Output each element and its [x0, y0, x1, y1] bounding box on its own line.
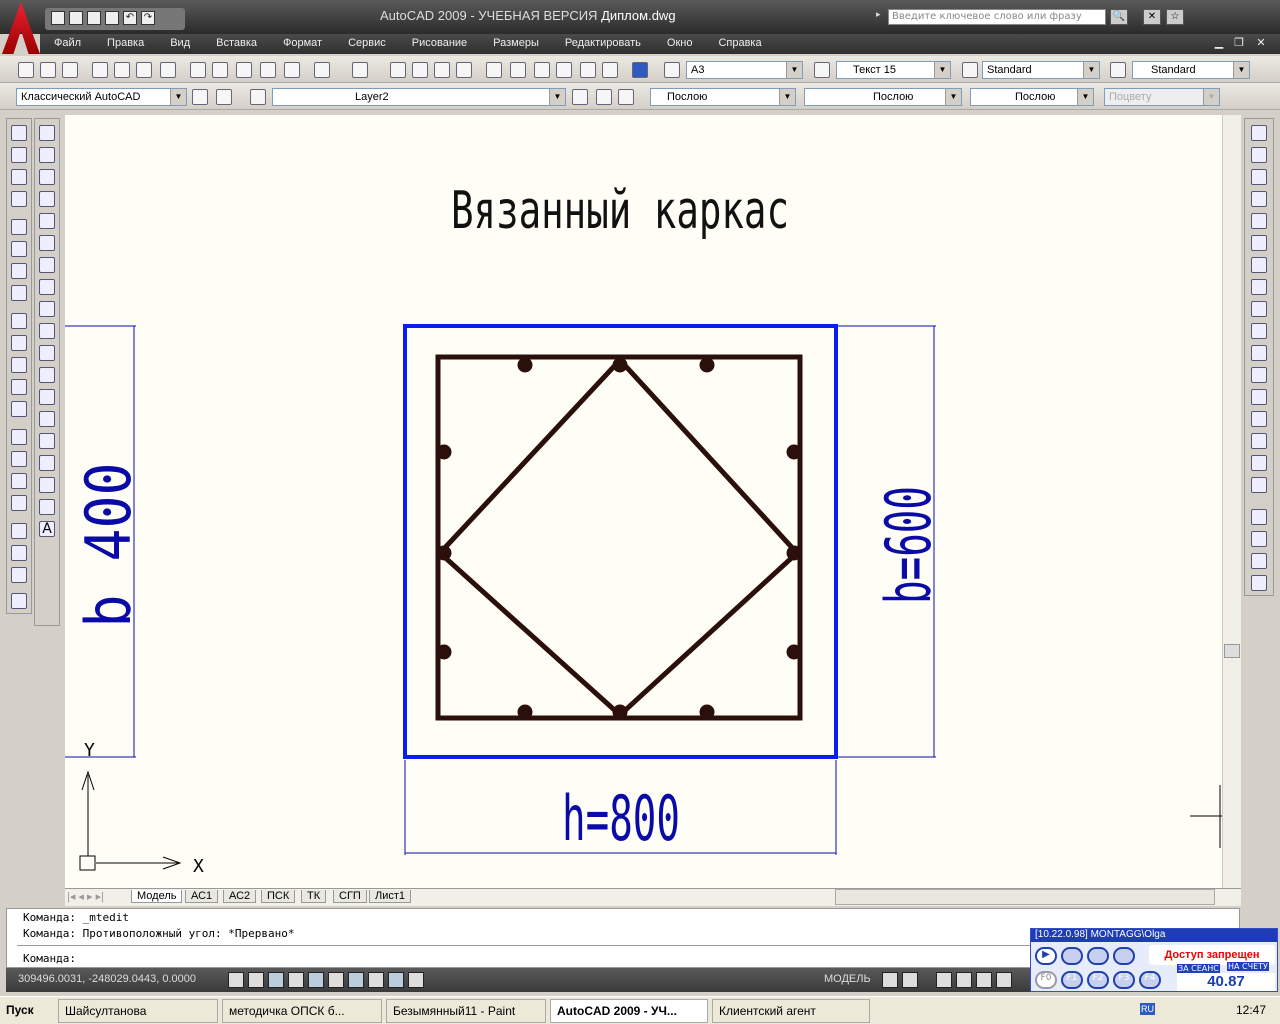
agent-controls: ▶: [1035, 947, 1135, 965]
dim-bottom-label: h=800: [562, 782, 680, 855]
tab-as2[interactable]: АС2: [223, 890, 257, 903]
dim-left-label: b 400: [72, 463, 145, 628]
vertical-scrollbar[interactable]: [1222, 115, 1241, 888]
dim-right-label: b=600: [872, 486, 945, 604]
client-agent-widget: [10.22.0.98] MONTAGG\Olga ▶ Доступ запре…: [1030, 928, 1278, 992]
column-outline[interactable]: [403, 324, 838, 759]
tab-as1[interactable]: АС1: [185, 890, 219, 903]
layouts-icon[interactable]: [902, 972, 918, 988]
ucs-x-label: X: [193, 856, 204, 877]
session-label: ЗА СЕАНС: [1177, 964, 1220, 973]
task-autocad[interactable]: AutoCAD 2009 - УЧ...: [550, 999, 708, 1023]
agent-header: [10.22.0.98] MONTAGG\Olga: [1031, 929, 1277, 942]
fkey-f0[interactable]: F0: [1035, 971, 1057, 989]
status-bar: 309496.0031, -248029.0443, 0.0000 МОДЕЛЬ: [6, 968, 1030, 992]
lineweight-toggle[interactable]: [388, 972, 404, 988]
clock: 12:47: [1236, 1003, 1267, 1017]
ucs-y-label: Y: [84, 740, 95, 761]
qp-toggle[interactable]: [408, 972, 424, 988]
scroll-thumb[interactable]: [1224, 644, 1240, 658]
osnap-toggle[interactable]: [308, 972, 324, 988]
crosshair-cursor: [1190, 785, 1222, 848]
fkey-f4[interactable]: F4: [1139, 971, 1161, 989]
fkey-f2[interactable]: F2: [1087, 971, 1109, 989]
agent-button[interactable]: [1087, 947, 1109, 965]
task-paint[interactable]: Безымянный11 - Paint: [386, 999, 546, 1023]
agent-button[interactable]: [1061, 947, 1083, 965]
dimension-lines: [65, 325, 936, 855]
tab-nav-arrows[interactable]: |◂ ◂ ▸ ▸|: [67, 890, 104, 903]
polar-toggle[interactable]: [288, 972, 304, 988]
ortho-toggle[interactable]: [268, 972, 284, 988]
tab-sgp[interactable]: СГП: [333, 890, 367, 903]
command-prompt[interactable]: Команда:: [23, 952, 76, 965]
model-space-button[interactable]: МОДЕЛЬ: [824, 973, 871, 985]
command-history-line: Команда: _mtedit: [23, 911, 129, 924]
dyn-toggle[interactable]: [368, 972, 384, 988]
layout-tabs: |◂ ◂ ▸ ▸| Модель АС1 АС2 ПСК ТК СГП Лист…: [65, 888, 1241, 906]
ducs-toggle[interactable]: [348, 972, 364, 988]
tab-tk[interactable]: ТК: [301, 890, 327, 903]
drawing: Вязанный каркас b 400 b=600 h=800 Y X: [65, 181, 1222, 877]
start-button[interactable]: Пуск: [0, 999, 54, 1023]
fkey-f3[interactable]: F3: [1113, 971, 1135, 989]
agent-button[interactable]: [1113, 947, 1135, 965]
grid-toggle[interactable]: [248, 972, 264, 988]
play-icon[interactable]: ▶: [1035, 947, 1057, 965]
horizontal-scrollbar[interactable]: [835, 889, 1215, 905]
snap-toggle[interactable]: [228, 972, 244, 988]
taskbar: Пуск Шайсултанова методичка ОПСК б... Бе…: [0, 996, 1280, 1024]
fkey-row: F0 F1 F2 F3 F4: [1035, 971, 1161, 989]
account-label: НА СЧЕТУ: [1227, 962, 1269, 971]
fkey-f1[interactable]: F1: [1061, 971, 1083, 989]
otrack-toggle[interactable]: [328, 972, 344, 988]
layout-icon[interactable]: [882, 972, 898, 988]
pan-icon[interactable]: [936, 972, 952, 988]
task-folder[interactable]: Шайсултанова: [58, 999, 218, 1023]
language-indicator[interactable]: RU: [1140, 1003, 1155, 1015]
tab-psk[interactable]: ПСК: [261, 890, 296, 903]
showmotion-icon[interactable]: [996, 972, 1012, 988]
tab-model[interactable]: Модель: [131, 890, 183, 903]
task-client-agent[interactable]: Клиентский агент: [712, 999, 870, 1023]
task-word-doc[interactable]: методичка ОПСК б...: [222, 999, 382, 1023]
tab-sheet1[interactable]: Лист1: [369, 890, 412, 903]
drawing-title: Вязанный каркас: [451, 181, 789, 241]
command-history-line: Команда: Противоположный угол: *Прервано…: [23, 927, 295, 940]
steering-wheel-icon[interactable]: [976, 972, 992, 988]
ucs-icon: [79, 770, 182, 871]
zoom-icon[interactable]: [956, 972, 972, 988]
balance-amount: 40.87: [1177, 973, 1275, 991]
rebar-cage[interactable]: [435, 354, 803, 721]
coordinates-readout[interactable]: 309496.0031, -248029.0443, 0.0000: [18, 973, 196, 985]
